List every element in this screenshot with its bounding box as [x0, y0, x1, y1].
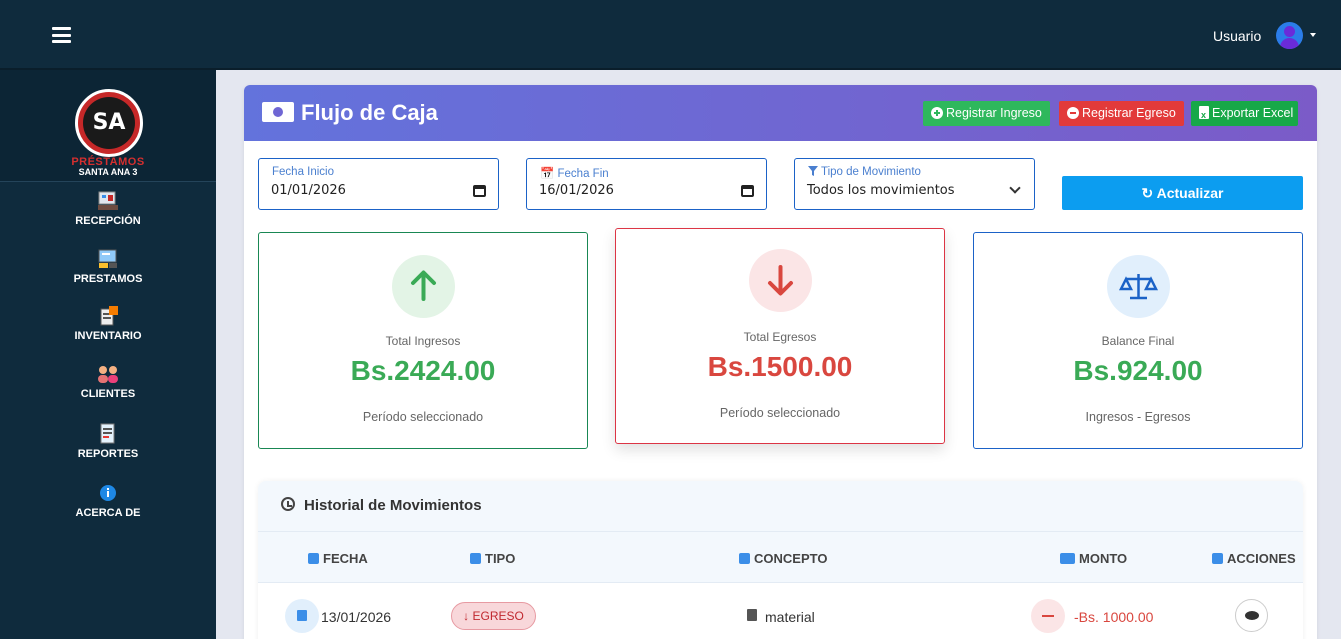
- calendar-icon: [308, 553, 319, 564]
- end-date-value[interactable]: 16/01/2026: [539, 183, 614, 198]
- sidebar: SA PRÉSTAMOS SANTA ANA 3 RECEPCIÓN PREST…: [0, 70, 216, 639]
- column-tipo[interactable]: TIPO: [470, 551, 515, 566]
- file-icon: [739, 553, 750, 564]
- calendar-icon[interactable]: [741, 185, 754, 197]
- total-income-card: Total Ingresos Bs.2424.00 Período selecc…: [258, 232, 588, 449]
- stat-label: Total Egresos: [743, 330, 817, 344]
- minus-circle-icon: [1067, 107, 1079, 119]
- stat-subtitle: Período seleccionado: [362, 410, 484, 424]
- sidebar-item-label: REPORTES: [77, 448, 139, 460]
- calendar-icon: [285, 599, 319, 633]
- loans-icon: [98, 249, 117, 268]
- sidebar-item-clientes[interactable]: CLIENTES: [0, 363, 216, 400]
- plus-circle-icon: [931, 107, 943, 119]
- sidebar-item-label: CLIENTES: [80, 388, 136, 400]
- row-concept: material: [765, 609, 815, 625]
- money-bill-icon: [1060, 553, 1075, 564]
- register-income-button[interactable]: Registrar Ingreso: [923, 101, 1050, 126]
- stat-value: Bs.2424.00: [350, 355, 496, 386]
- end-date-field[interactable]: 📅 Fecha Fin 16/01/2026: [526, 158, 767, 210]
- hamburger-menu-icon[interactable]: [52, 27, 71, 43]
- balance-scale-icon: [1107, 255, 1170, 318]
- sidebar-item-acerca-de[interactable]: ACERCA DE: [0, 482, 216, 519]
- page-title: Flujo de Caja: [301, 100, 438, 125]
- total-expense-card: Total Egresos Bs.1500.00 Período selecci…: [615, 228, 945, 444]
- export-excel-button[interactable]: Exportar Excel: [1191, 101, 1298, 128]
- sidebar-item-label: RECEPCIÓN: [75, 215, 141, 227]
- sidebar-item-recepcion[interactable]: RECEPCIÓN: [0, 190, 216, 227]
- filter-icon: [808, 166, 818, 176]
- movement-type-select[interactable]: Tipo de Movimiento Todos los movimientos: [794, 158, 1035, 210]
- cogs-icon: [1212, 553, 1223, 564]
- history-title: Historial de Movimientos: [304, 497, 482, 514]
- column-fecha[interactable]: FECHA: [308, 551, 368, 566]
- top-navbar: Usuario: [0, 0, 1341, 70]
- table-header: FECHA TIPO CONCEPTO MONTO ACCIONES: [258, 531, 1303, 583]
- stat-label: Total Ingresos: [385, 334, 461, 348]
- sidebar-item-label: INVENTARIO: [74, 330, 142, 342]
- stat-subtitle: Período seleccionado: [719, 406, 841, 420]
- movement-type-value[interactable]: Todos los movimientos: [807, 183, 955, 198]
- register-expense-button[interactable]: Registrar Egreso: [1059, 101, 1184, 126]
- start-date-field[interactable]: Fecha Inicio 01/01/2026: [258, 158, 499, 210]
- sidebar-item-inventario[interactable]: INVENTARIO: [0, 305, 216, 342]
- row-date: 13/01/2026: [321, 609, 392, 625]
- column-monto[interactable]: MONTO: [1060, 551, 1127, 566]
- info-icon: [100, 485, 116, 501]
- type-badge: ↓ EGRESO: [451, 602, 536, 630]
- balance-card: Balance Final Bs.924.00 Ingresos - Egres…: [973, 232, 1303, 449]
- stat-label: Balance Final: [1101, 334, 1175, 348]
- brand-logo: SA: [75, 89, 143, 157]
- chevron-down-icon[interactable]: [1009, 182, 1021, 194]
- table-row: 13/01/2026 ↓ EGRESO material -Bs. 1000.0…: [258, 583, 1303, 639]
- start-date-value[interactable]: 01/01/2026: [271, 183, 346, 198]
- clients-icon: [98, 366, 118, 383]
- minus-icon: [1031, 599, 1065, 633]
- column-acciones[interactable]: ACCIONES: [1212, 551, 1296, 566]
- sidebar-item-prestamos[interactable]: PRESTAMOS: [0, 248, 216, 285]
- caret-down-icon[interactable]: [1310, 33, 1316, 37]
- refresh-button[interactable]: ↻ Actualizar: [1062, 176, 1303, 210]
- column-concepto[interactable]: CONCEPTO: [739, 551, 827, 566]
- sidebar-item-label: ACERCA DE: [75, 507, 141, 519]
- history-header: Historial de Movimientos: [258, 481, 1303, 531]
- movement-history: Historial de Movimientos FECHA TIPO CONC…: [258, 481, 1303, 639]
- movement-type-label: Tipo de Movimiento: [808, 166, 921, 178]
- money-bill-icon: [262, 102, 294, 122]
- sidebar-item-reportes[interactable]: REPORTES: [0, 423, 216, 460]
- row-amount: -Bs. 1000.00: [1074, 609, 1154, 625]
- stat-subtitle: Ingresos - Egresos: [1085, 410, 1191, 424]
- cash-flow-card: Flujo de Caja Registrar Ingreso Registra…: [244, 85, 1317, 639]
- view-eye-icon[interactable]: [1235, 599, 1268, 632]
- user-avatar-icon[interactable]: [1276, 22, 1303, 49]
- stat-value: Bs.1500.00: [707, 351, 853, 382]
- sidebar-item-label: PRESTAMOS: [73, 273, 143, 285]
- inventory-icon: [100, 306, 118, 326]
- arrow-up-icon: [392, 255, 455, 318]
- history-icon: [281, 497, 295, 511]
- stat-value: Bs.924.00: [1073, 355, 1203, 386]
- start-date-label: Fecha Inicio: [272, 166, 335, 178]
- user-label[interactable]: Usuario: [1213, 28, 1261, 44]
- excel-file-icon: [1199, 103, 1209, 128]
- tag-icon: [470, 553, 481, 564]
- brand-area: SA PRÉSTAMOS SANTA ANA 3: [0, 70, 216, 182]
- file-icon: [747, 609, 757, 621]
- card-header: Flujo de Caja Registrar Ingreso Registra…: [244, 85, 1317, 141]
- reception-icon: [98, 191, 118, 210]
- arrow-down-icon: [749, 249, 812, 312]
- reports-icon: [100, 423, 115, 444]
- brand-name-line2: SANTA ANA 3: [78, 167, 138, 177]
- calendar-icon[interactable]: [473, 185, 486, 197]
- sync-icon: ↻: [1141, 185, 1154, 201]
- end-date-label: 📅 Fecha Fin: [540, 168, 609, 180]
